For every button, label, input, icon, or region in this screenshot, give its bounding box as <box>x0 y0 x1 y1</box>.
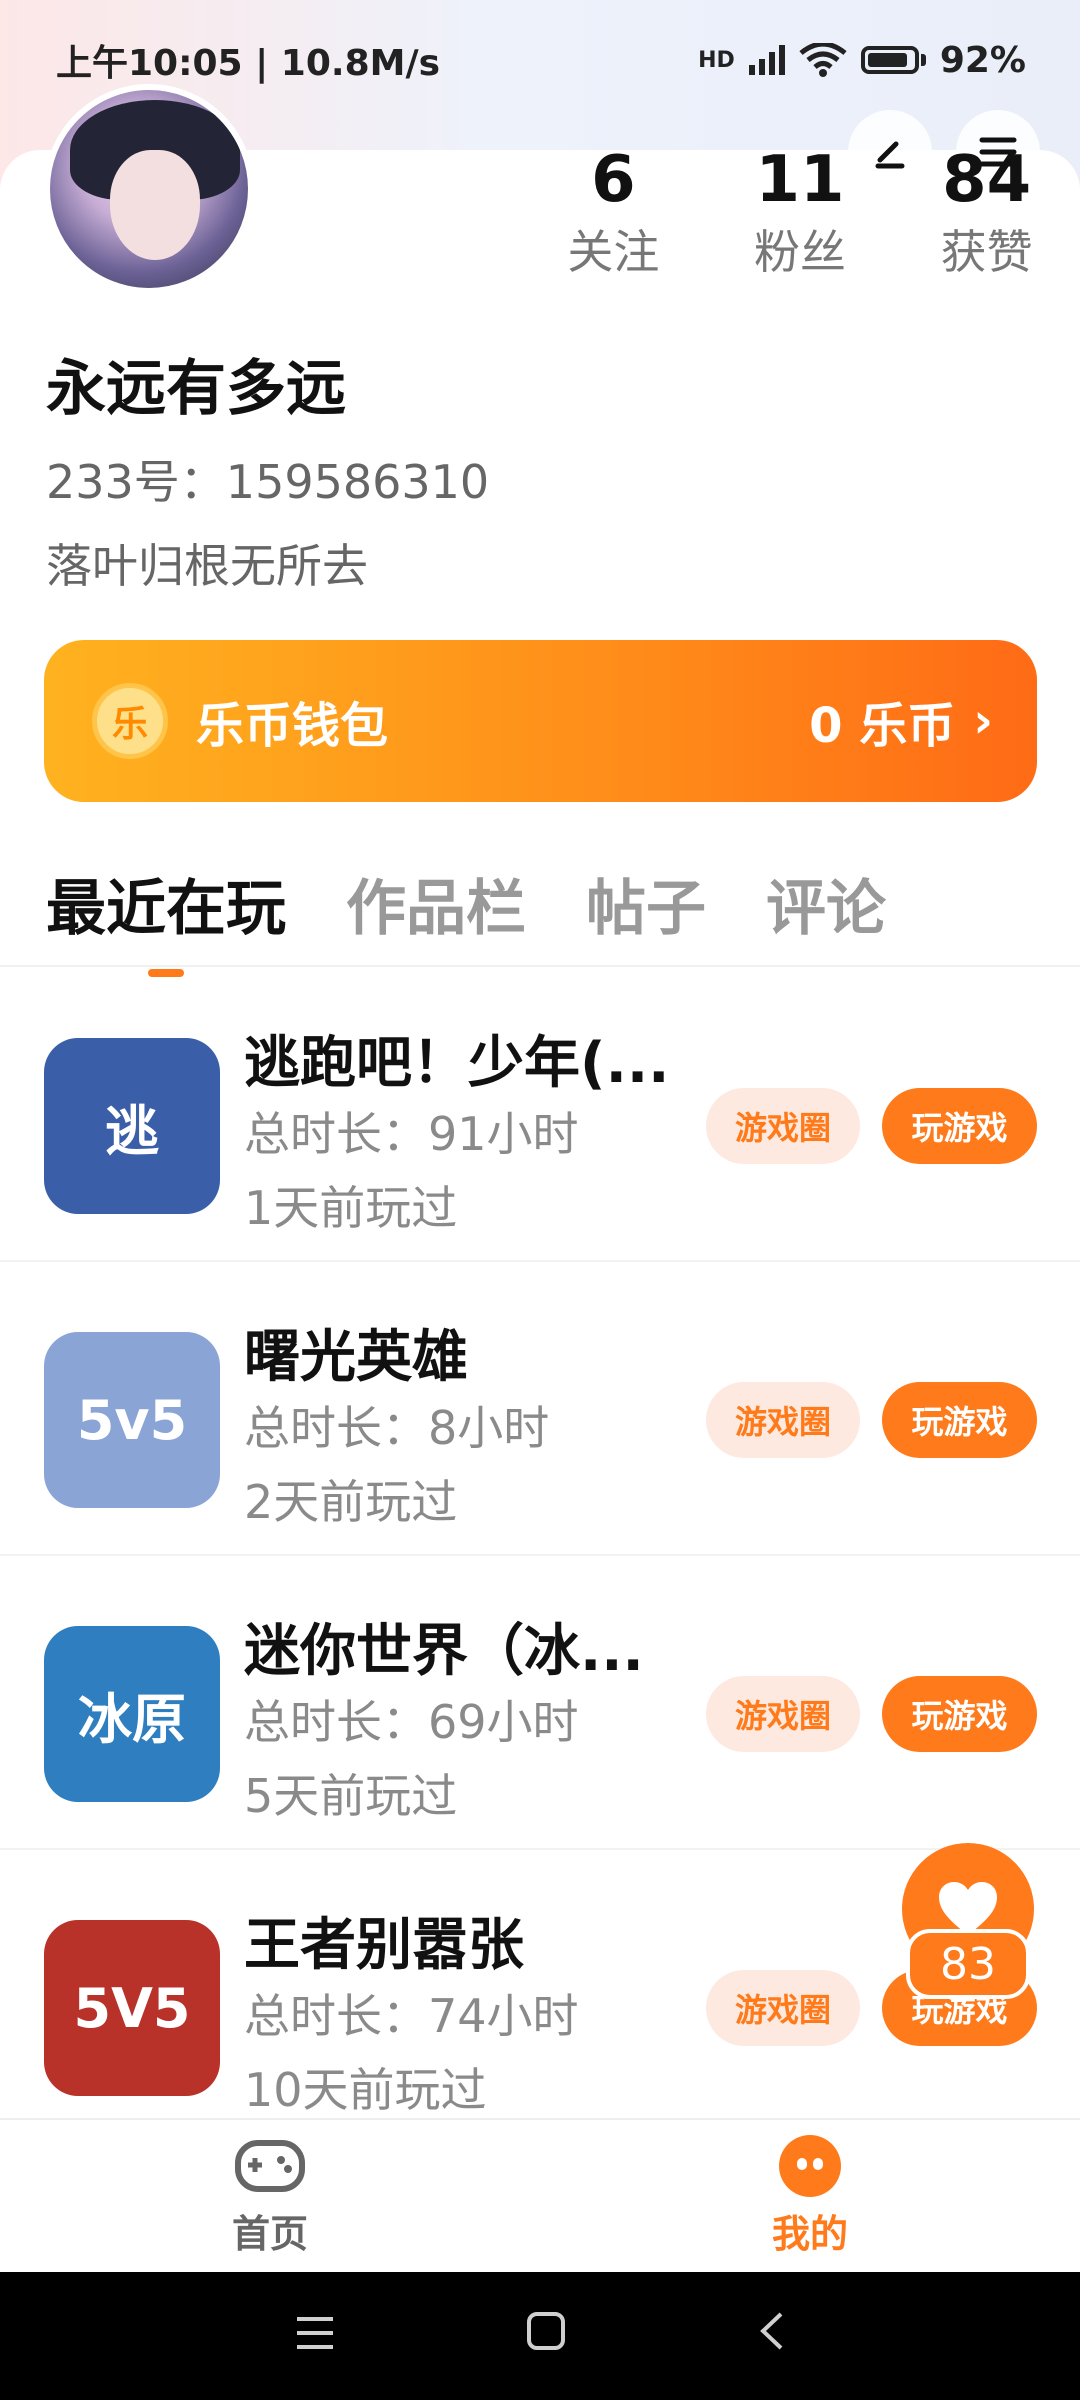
play-game-button[interactable]: 玩游戏 <box>882 1088 1037 1164</box>
game-icon[interactable]: 5v5 <box>44 1332 220 1508</box>
game-last-played: 10天前玩过 <box>244 2063 487 2117</box>
floating-heart-widget[interactable]: 83 <box>902 1843 1034 2043</box>
game-circle-button[interactable]: 游戏圈 <box>706 1676 860 1752</box>
coin-icon: 乐 <box>92 683 168 759</box>
list-item[interactable]: 5v5 曙光英雄 总时长：8小时 2天前玩过 游戏圈 玩游戏 <box>0 1262 1080 1556</box>
system-nav <box>0 2272 1080 2400</box>
tab-works[interactable]: 作品栏 <box>346 860 526 977</box>
game-total-time: 总时长：8小时 <box>244 1401 550 1455</box>
stat-following[interactable]: 6 关注 <box>520 140 707 284</box>
tab-recent-play[interactable]: 最近在玩 <box>46 860 286 977</box>
stat-likes-label: 获赞 <box>940 225 1033 279</box>
game-last-played: 1天前玩过 <box>244 1181 458 1235</box>
game-title: 王者别嚣张 <box>244 1913 524 1978</box>
home-square-icon <box>526 2311 565 2350</box>
stat-followers-value: 11 <box>755 143 845 217</box>
heart-count: 83 <box>906 1929 1030 1999</box>
battery-icon <box>860 46 926 74</box>
game-title: 迷你世界（冰... <box>244 1619 644 1684</box>
battery-percent: 92% <box>939 39 1026 81</box>
system-back-button[interactable] <box>757 2311 785 2362</box>
avatar[interactable] <box>44 84 254 294</box>
play-game-button[interactable]: 玩游戏 <box>882 1676 1037 1752</box>
status-icons: HD 92% <box>698 40 1026 81</box>
wallet-title: 乐币钱包 <box>196 698 389 754</box>
game-last-played: 2天前玩过 <box>244 1475 458 1529</box>
me-icon <box>775 2134 845 2197</box>
stat-following-label: 关注 <box>567 225 660 279</box>
network-label: HD <box>698 47 735 73</box>
game-circle-button[interactable]: 游戏圈 <box>706 1382 860 1458</box>
list-item[interactable]: 逃 逃跑吧！少年(... 总时长：91小时 1天前玩过 游戏圈 玩游戏 <box>0 968 1080 1262</box>
stat-followers-label: 粉丝 <box>754 225 846 279</box>
game-icon[interactable]: 冰原 <box>44 1626 220 1802</box>
nav-me-label: 我的 <box>771 2211 848 2256</box>
tab-comments[interactable]: 评论 <box>766 860 886 977</box>
game-title: 曙光英雄 <box>244 1325 468 1390</box>
list-item[interactable]: 冰原 迷你世界（冰... 总时长：69小时 5天前玩过 游戏圈 玩游戏 <box>0 1556 1080 1850</box>
wifi-icon <box>799 43 847 77</box>
wallet-amount: 0 乐币 <box>809 698 956 754</box>
game-total-time: 总时长：74小时 <box>244 1989 579 2043</box>
profile-tabs: 最近在玩 作品栏 帖子 评论 <box>46 860 886 977</box>
system-home-button[interactable] <box>526 2311 566 2362</box>
nav-home[interactable]: 首页 <box>0 2120 540 2274</box>
profile-stats: 6 关注 11 粉丝 84 获赞 <box>520 140 1080 284</box>
stat-likes[interactable]: 84 获赞 <box>893 140 1080 284</box>
play-game-button[interactable]: 玩游戏 <box>882 1382 1037 1458</box>
game-icon[interactable]: 逃 <box>44 1038 220 1214</box>
nickname: 永远有多远 <box>46 354 346 424</box>
nav-home-label: 首页 <box>231 2211 308 2256</box>
wallet-left: 乐 乐币钱包 <box>92 683 388 759</box>
signal-icon <box>748 45 785 75</box>
game-icon[interactable]: 5V5 <box>44 1920 220 2096</box>
tab-posts[interactable]: 帖子 <box>586 860 706 977</box>
hamburger-icon <box>297 2316 334 2349</box>
user-id: 233号：159586310 <box>46 455 490 509</box>
status-time-speed: 上午10:05 | 10.8M/s <box>56 43 441 84</box>
wallet-right: 0 乐币 › <box>809 686 993 756</box>
system-menu-button[interactable] <box>295 2311 335 2362</box>
game-circle-button[interactable]: 游戏圈 <box>706 1088 860 1164</box>
bio: 落叶归根无所去 <box>46 539 368 593</box>
stat-followers[interactable]: 11 粉丝 <box>707 140 894 284</box>
game-last-played: 5天前玩过 <box>244 1769 458 1823</box>
nav-me[interactable]: 我的 <box>540 2120 1080 2274</box>
chevron-right-icon: › <box>973 693 993 749</box>
game-total-time: 总时长：69小时 <box>244 1695 579 1749</box>
back-arrow-icon <box>759 2312 783 2349</box>
game-title: 逃跑吧！少年(... <box>244 1031 670 1096</box>
game-circle-button[interactable]: 游戏圈 <box>706 1970 860 2046</box>
tabs-divider <box>0 965 1080 967</box>
wallet-card[interactable]: 乐 乐币钱包 0 乐币 › <box>44 640 1037 802</box>
stat-likes-value: 84 <box>942 143 1032 217</box>
bottom-nav: 首页 我的 <box>0 2118 1080 2274</box>
game-total-time: 总时长：91小时 <box>244 1107 579 1161</box>
gamepad-icon <box>235 2137 305 2195</box>
stat-following-value: 6 <box>591 143 636 217</box>
